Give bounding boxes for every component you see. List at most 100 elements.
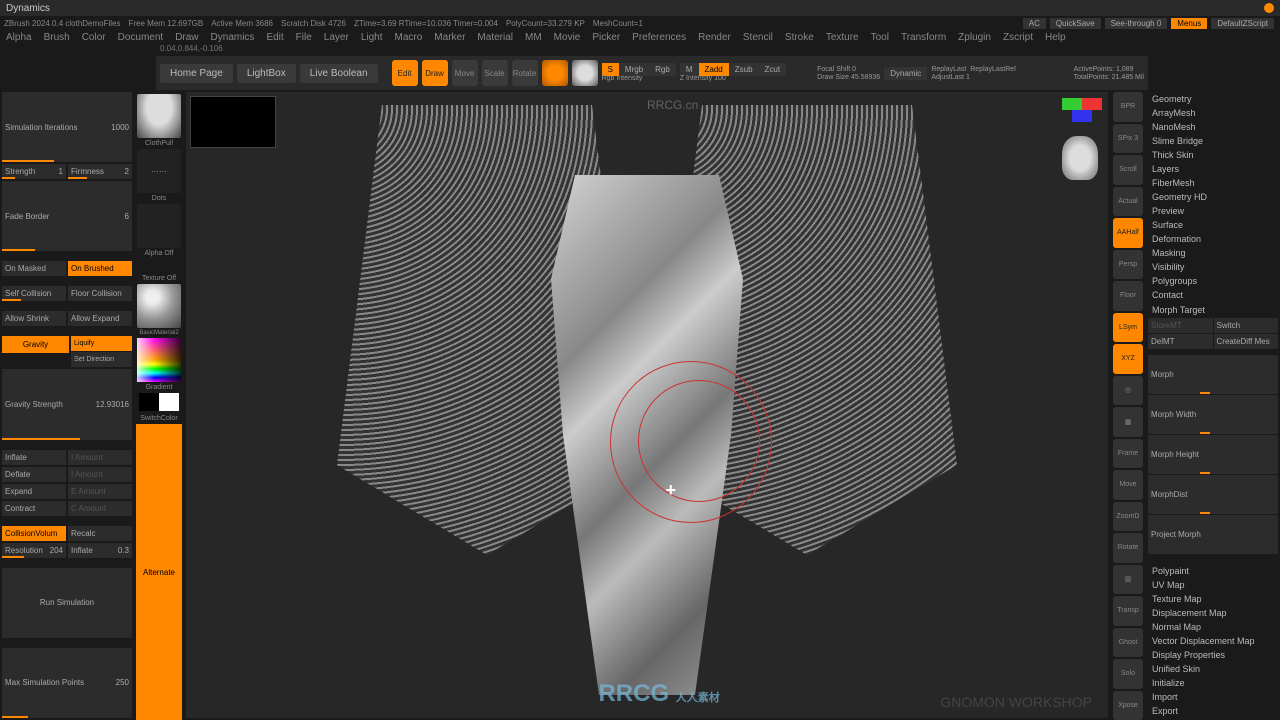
menu-zscript[interactable]: Zscript [997, 32, 1039, 43]
gravity-strength-slider[interactable]: Gravity Strength12.93016 [2, 369, 132, 439]
panel-surface[interactable]: Surface [1148, 218, 1278, 232]
alpha-thumbnail[interactable] [137, 204, 181, 248]
self-collision-button[interactable]: Self Collision [2, 286, 66, 301]
live-boolean-button[interactable]: Live Boolean [300, 64, 378, 83]
create-diff-button[interactable]: CreateDiff Mes [1214, 334, 1279, 349]
panel-slime-bridge[interactable]: Slime Bridge [1148, 134, 1278, 148]
panel-initialize[interactable]: Initialize [1148, 676, 1278, 690]
menu-marker[interactable]: Marker [428, 32, 471, 43]
menu-stroke[interactable]: Stroke [779, 32, 820, 43]
morph-dist-slider[interactable]: MorphDist [1148, 475, 1278, 514]
panel-geometry-hd[interactable]: Geometry HD [1148, 190, 1278, 204]
focal-shift-slider[interactable]: Focal Shift 0 [817, 66, 880, 73]
camera-thumbnail[interactable] [1062, 136, 1098, 180]
menu-texture[interactable]: Texture [820, 32, 865, 43]
max-sim-points-slider[interactable]: Max Simulation Points250 [2, 648, 132, 718]
del-mt-button[interactable]: DelMT [1148, 334, 1213, 349]
inflate-amount-slider[interactable]: I Amount [68, 450, 132, 465]
menu-movie[interactable]: Movie [548, 32, 587, 43]
panel-uv-map[interactable]: UV Map [1148, 578, 1278, 592]
panel-layers[interactable]: Layers [1148, 162, 1278, 176]
rgb-intensity-slider[interactable]: Rgb Intensity [602, 75, 676, 82]
menu-macro[interactable]: Macro [389, 32, 429, 43]
switch-color-button[interactable]: SwitchColor [140, 415, 177, 422]
nav-icon-11[interactable]: Frame [1113, 439, 1143, 469]
close-icon[interactable] [1264, 3, 1274, 13]
morph-width-slider[interactable]: Morph Width [1148, 395, 1278, 434]
menu-zplugin[interactable]: Zplugin [952, 32, 997, 43]
color-white-swatch[interactable] [159, 393, 179, 411]
nav-icon-19[interactable]: Xpose [1113, 691, 1143, 720]
nav-icon-4[interactable]: AAHalf [1113, 218, 1143, 248]
menu-dynamics[interactable]: Dynamics [205, 32, 261, 43]
nav-icon-10[interactable]: ▦ [1113, 407, 1143, 437]
expand-amount-slider[interactable]: E Amount [68, 484, 132, 499]
ac-button[interactable]: AC [1023, 18, 1046, 29]
panel-vector-displacement-map[interactable]: Vector Displacement Map [1148, 634, 1278, 648]
expand-button[interactable]: Expand [2, 484, 66, 499]
panel-export[interactable]: Export [1148, 704, 1278, 718]
project-morph-button[interactable]: Project Morph [1148, 515, 1278, 554]
menu-picker[interactable]: Picker [586, 32, 626, 43]
nav-icon-12[interactable]: Move [1113, 470, 1143, 500]
lightbox-button[interactable]: LightBox [237, 64, 296, 83]
inflate-value-slider[interactable]: Inflate0.3 [68, 543, 132, 558]
panel-polygroups[interactable]: Polygroups [1148, 274, 1278, 288]
panel-displacement-map[interactable]: Displacement Map [1148, 606, 1278, 620]
scale-mode-button[interactable]: Scale [482, 60, 508, 86]
edit-mode-button[interactable]: Edit [392, 60, 418, 86]
menu-material[interactable]: Material [471, 32, 519, 43]
panel-thick-skin[interactable]: Thick Skin [1148, 148, 1278, 162]
panel-contact[interactable]: Contact [1148, 288, 1278, 302]
panel-visibility[interactable]: Visibility [1148, 260, 1278, 274]
menu-color[interactable]: Color [76, 32, 112, 43]
menu-stencil[interactable]: Stencil [737, 32, 779, 43]
z-intensity-slider[interactable]: Z Intensity 100 [680, 75, 786, 82]
strength-slider[interactable]: Strength1 [2, 164, 66, 179]
menu-preferences[interactable]: Preferences [626, 32, 692, 43]
see-through-slider[interactable]: See-through 0 [1105, 18, 1168, 29]
store-mt-button[interactable]: StoreMT [1148, 318, 1213, 333]
nav-icon-3[interactable]: Actual [1113, 187, 1143, 217]
liquify-button[interactable]: Liquify [71, 336, 132, 351]
menu-file[interactable]: File [290, 32, 318, 43]
fade-border-slider[interactable]: Fade Border6 [2, 181, 132, 251]
contract-button[interactable]: Contract [2, 501, 66, 516]
nav-icon-2[interactable]: Scroll [1113, 155, 1143, 185]
panel-geometry[interactable]: Geometry [1148, 92, 1278, 106]
draw-mode-button[interactable]: Draw [422, 60, 448, 86]
panel-nanomesh[interactable]: NanoMesh [1148, 120, 1278, 134]
menu-document[interactable]: Document [112, 32, 170, 43]
menu-alpha[interactable]: Alpha [0, 32, 38, 43]
replay-last-rel-button[interactable]: ReplayLastRel [970, 66, 1016, 73]
panel-masking[interactable]: Masking [1148, 246, 1278, 260]
menu-light[interactable]: Light [355, 32, 389, 43]
home-page-button[interactable]: Home Page [160, 64, 233, 83]
panel-unified-skin[interactable]: Unified Skin [1148, 662, 1278, 676]
stroke-thumbnail[interactable]: ⋯⋯ [137, 149, 181, 193]
menu-edit[interactable]: Edit [260, 32, 289, 43]
panel-polypaint[interactable]: Polypaint [1148, 564, 1278, 578]
on-masked-button[interactable]: On Masked [2, 261, 66, 276]
sphere-preview-icon[interactable] [572, 60, 598, 86]
menu-layer[interactable]: Layer [318, 32, 355, 43]
deflate-amount-slider[interactable]: I Amount [68, 467, 132, 482]
quicksave-button[interactable]: QuickSave [1050, 18, 1101, 29]
move-mode-button[interactable]: Move [452, 60, 478, 86]
dynamic-button[interactable]: Dynamic [884, 67, 927, 80]
morph-height-slider[interactable]: Morph Height [1148, 435, 1278, 474]
sphere-icon[interactable] [542, 60, 568, 86]
deflate-button[interactable]: Deflate [2, 467, 66, 482]
nav-icon-17[interactable]: Ghost [1113, 628, 1143, 658]
morph-slider[interactable]: Morph [1148, 355, 1278, 394]
panel-preview[interactable]: Preview [1148, 204, 1278, 218]
menu-transform[interactable]: Transform [895, 32, 952, 43]
nav-icon-1[interactable]: SPix 3 [1113, 124, 1143, 154]
nav-icon-8[interactable]: XYZ [1113, 344, 1143, 374]
nav-icon-5[interactable]: Persp [1113, 250, 1143, 280]
rotate-mode-button[interactable]: Rotate [512, 60, 538, 86]
set-direction-button[interactable]: Set Direction [71, 352, 132, 367]
panel-import[interactable]: Import [1148, 690, 1278, 704]
default-zscript[interactable]: DefaultZScript [1211, 18, 1274, 29]
nav-icon-6[interactable]: Floor [1113, 281, 1143, 311]
